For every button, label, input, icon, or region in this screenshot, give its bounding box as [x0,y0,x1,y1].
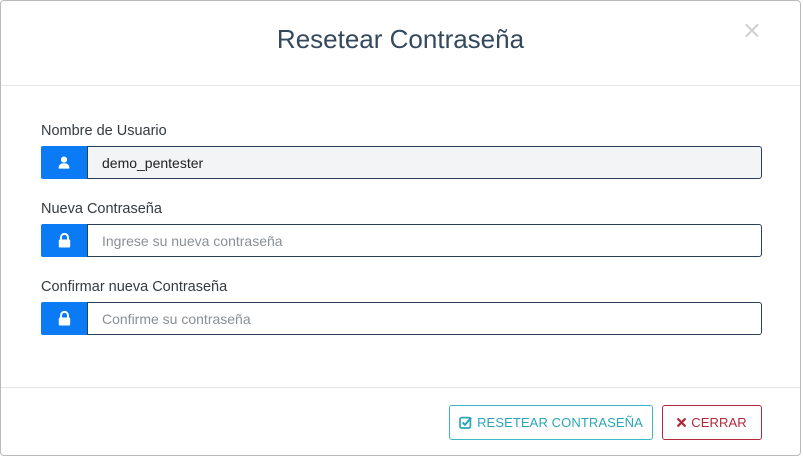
confirm-password-input-group [41,302,762,335]
close-button[interactable]: CERRAR [662,405,762,440]
confirm-password-field[interactable] [87,302,762,335]
footer-divider [1,387,800,388]
close-icon[interactable]: × [742,16,762,44]
new-password-label: Nueva Contraseña [41,201,162,217]
lock-icon [41,224,87,257]
reset-password-button[interactable]: RESETEAR CONTRASEÑA [449,405,653,440]
modal-title: Resetear Contraseña [276,24,525,54]
new-password-field[interactable] [87,224,762,257]
lock-icon [41,302,87,335]
reset-password-modal: Resetear Contraseña × Nombre de Usuario … [0,0,801,456]
close-label: CERRAR [691,415,747,430]
check-square-icon [459,416,472,429]
username-field[interactable] [87,146,762,179]
reset-password-label: RESETEAR CONTRASEÑA [477,415,643,430]
x-icon [677,418,687,427]
username-input-group [41,146,762,179]
user-icon [41,146,87,179]
modal-header: Resetear Contraseña × [1,1,800,86]
confirm-password-label: Confirmar nueva Contraseña [41,279,228,295]
new-password-input-group [41,224,762,257]
username-label: Nombre de Usuario [41,123,167,139]
